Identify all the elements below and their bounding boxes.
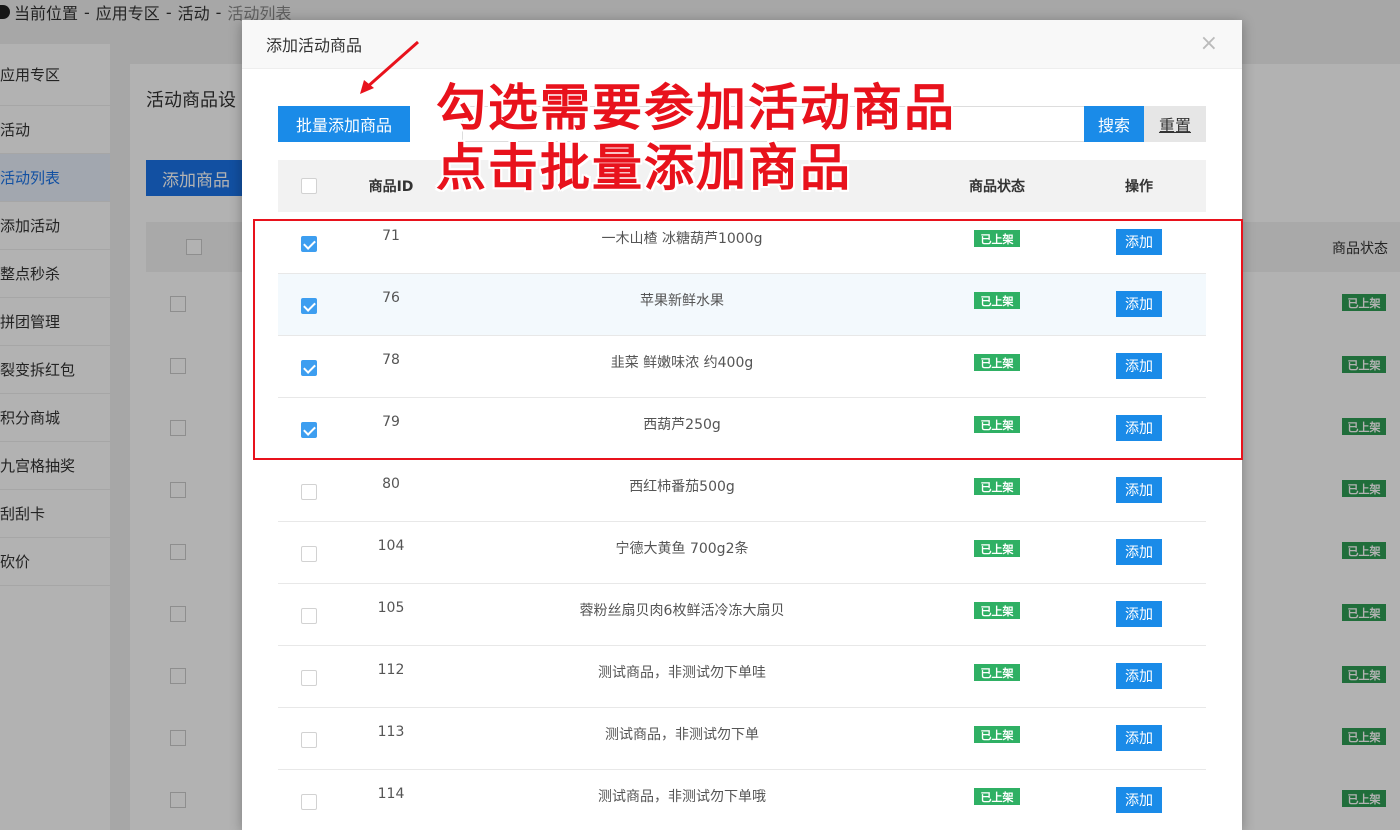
table-row: 112 测试商品，非测试勿下单哇 已上架 添加: [278, 646, 1206, 708]
table-row: 80 西红柿番茄500g 已上架 添加: [278, 460, 1206, 522]
status-badge: 已上架: [974, 788, 1020, 805]
reset-button[interactable]: 重置: [1144, 106, 1206, 142]
batch-add-products-button[interactable]: 批量添加商品: [278, 106, 410, 142]
annotation-text-batch: 点击批量添加商品: [436, 139, 852, 197]
status-badge: 已上架: [974, 602, 1020, 619]
add-button[interactable]: 添加: [1116, 539, 1162, 565]
search-button[interactable]: 搜索: [1084, 106, 1144, 142]
table-row: 105 蓉粉丝扇贝肉6枚鲜活冷冻大扇贝 已上架 添加: [278, 584, 1206, 646]
table-row: 113 测试商品，非测试勿下单 已上架 添加: [278, 708, 1206, 770]
status-badge: 已上架: [974, 726, 1020, 743]
product-id: 114: [377, 786, 405, 802]
product-id: 105: [377, 600, 405, 616]
column-header-status: 商品状态: [969, 179, 1025, 195]
row-checkbox[interactable]: [301, 484, 317, 500]
product-name: 测试商品，非测试勿下单: [605, 727, 759, 743]
column-header-operation: 操作: [1125, 179, 1153, 195]
product-id: 113: [377, 724, 405, 740]
annotation-highlight-box: [253, 219, 1243, 460]
product-name: 宁德大黄鱼 700g2条: [615, 541, 749, 557]
select-all-checkbox[interactable]: [301, 178, 317, 194]
product-id: 112: [377, 662, 405, 678]
add-button[interactable]: 添加: [1116, 477, 1162, 503]
modal-title: 添加活动商品: [266, 36, 363, 55]
row-checkbox[interactable]: [301, 670, 317, 686]
product-name: 蓉粉丝扇贝肉6枚鲜活冷冻大扇贝: [579, 603, 785, 619]
row-checkbox[interactable]: [301, 608, 317, 624]
status-badge: 已上架: [974, 664, 1020, 681]
product-name: 测试商品，非测试勿下单哦: [598, 789, 766, 805]
product-id: 104: [377, 538, 405, 554]
add-button[interactable]: 添加: [1116, 663, 1162, 689]
close-icon[interactable]: ×: [1200, 33, 1218, 55]
product-name: 测试商品，非测试勿下单哇: [598, 665, 766, 681]
annotation-arrow-icon: [360, 40, 419, 94]
product-id: 80: [382, 476, 400, 492]
row-checkbox[interactable]: [301, 794, 317, 810]
add-button[interactable]: 添加: [1116, 601, 1162, 627]
table-row: 104 宁德大黄鱼 700g2条 已上架 添加: [278, 522, 1206, 584]
status-badge: 已上架: [974, 540, 1020, 557]
row-checkbox[interactable]: [301, 732, 317, 748]
add-button[interactable]: 添加: [1116, 787, 1162, 813]
table-row: 114 测试商品，非测试勿下单哦 已上架 添加: [278, 770, 1206, 830]
row-checkbox[interactable]: [301, 546, 317, 562]
product-name: 西红柿番茄500g: [629, 479, 735, 495]
column-header-id: 商品ID: [368, 179, 414, 195]
add-button[interactable]: 添加: [1116, 725, 1162, 751]
status-badge: 已上架: [974, 478, 1020, 495]
